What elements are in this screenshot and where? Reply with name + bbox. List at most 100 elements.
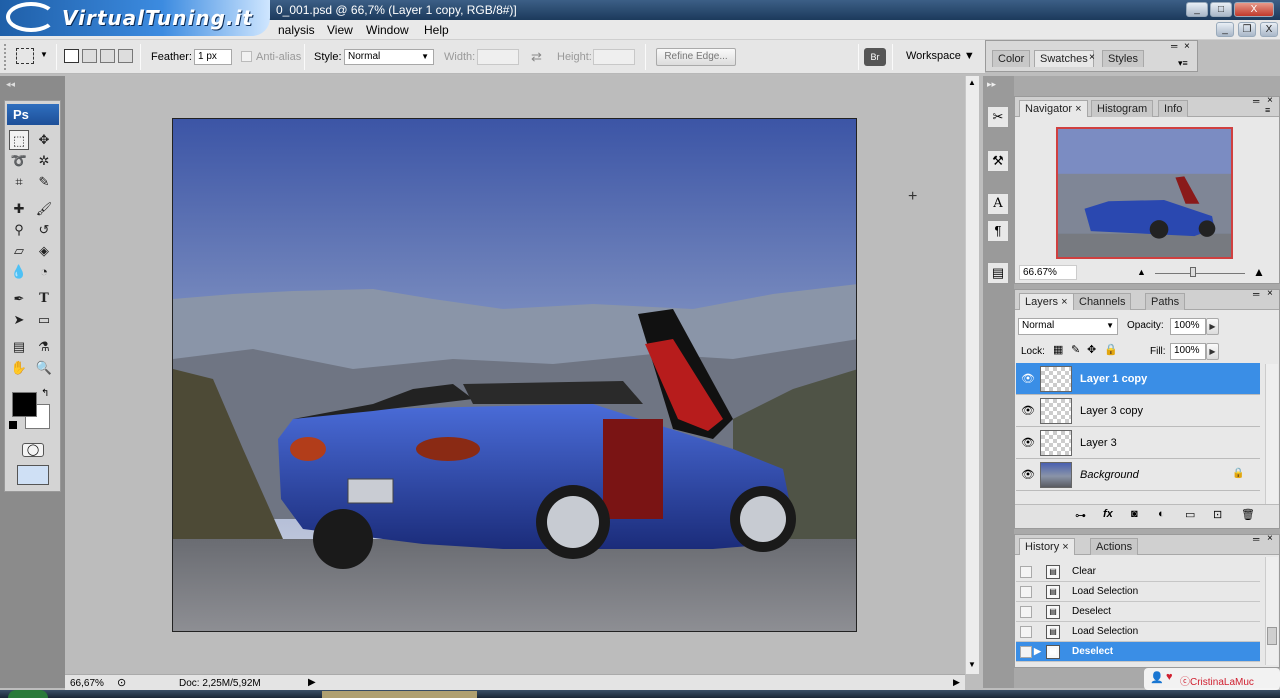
tab-paths[interactable]: Paths — [1145, 293, 1186, 310]
status-icon[interactable]: ⊙ — [117, 676, 126, 689]
lasso-tool-icon[interactable]: ➰ — [9, 151, 29, 171]
tab-channels[interactable]: Channels — [1073, 293, 1132, 310]
move-tool-icon[interactable]: ✥ — [34, 130, 54, 150]
zoom-tool-icon[interactable]: 🔍 — [34, 358, 54, 378]
document-image[interactable] — [172, 118, 857, 632]
close-icon[interactable]: × — [1089, 52, 1095, 63]
history-state-slider-icon[interactable]: ▶ — [1034, 646, 1041, 657]
rectangular-marquee-tool-icon[interactable]: ⬚ — [9, 130, 29, 150]
rectangle-tool-icon[interactable]: ▭ — [34, 310, 54, 330]
minimize-button[interactable]: _ — [1186, 2, 1208, 17]
new-group-icon[interactable]: ▭ — [1185, 508, 1195, 521]
link-layers-icon[interactable]: ⊶ — [1075, 509, 1086, 522]
layer-mask-icon[interactable]: ◙ — [1131, 508, 1138, 520]
fill-input[interactable]: 100% — [1170, 343, 1206, 360]
navigator-thumbnail[interactable] — [1056, 127, 1233, 259]
doc-restore-button[interactable]: ❐ — [1238, 22, 1256, 37]
lock-transparency-icon[interactable]: ▦ — [1053, 343, 1063, 356]
intersect-selection-icon[interactable] — [118, 49, 133, 63]
history-item[interactable]: ▤ Load Selection — [1016, 582, 1260, 602]
tool-presets-icon[interactable]: ✂ — [987, 106, 1009, 128]
blend-mode-select[interactable]: Normal ▼ — [1018, 318, 1118, 335]
lock-all-icon[interactable]: 🔒 — [1104, 343, 1118, 356]
menu-window[interactable]: Window — [366, 23, 409, 37]
tab-histogram[interactable]: Histogram — [1091, 100, 1154, 117]
fill-arrow-icon[interactable]: ▶ — [1206, 343, 1219, 360]
path-selection-tool-icon[interactable]: ➤ — [9, 310, 29, 330]
tab-actions[interactable]: Actions — [1090, 538, 1139, 555]
tab-layers[interactable]: Layers × — [1019, 293, 1074, 310]
doc-close-button[interactable]: X — [1260, 22, 1278, 37]
status-menu-arrow-icon[interactable]: ▶ — [308, 677, 316, 688]
lock-paint-icon[interactable]: ✎ — [1071, 343, 1080, 356]
new-layer-icon[interactable]: ⊡ — [1213, 508, 1222, 521]
minimize-panel-icon[interactable]: ═ — [1253, 534, 1259, 544]
refine-edge-button[interactable]: Refine Edge... — [656, 48, 736, 66]
taskbar-item[interactable] — [322, 691, 477, 698]
type-tool-icon[interactable]: T — [34, 289, 54, 309]
dodge-tool-icon[interactable]: ◔ — [34, 262, 54, 282]
layer-comps-icon[interactable]: ▤ — [987, 262, 1009, 284]
crop-tool-icon[interactable]: ⌗ — [9, 172, 29, 192]
tab-styles[interactable]: Styles — [1102, 50, 1144, 67]
panel-menu-icon[interactable]: ≡ — [1265, 105, 1270, 115]
brushes-icon[interactable]: ⚒ — [987, 150, 1009, 172]
layer-row[interactable]: 👁 Background 🔒 — [1016, 459, 1260, 491]
layer-row[interactable]: 👁 Layer 3 — [1016, 427, 1260, 459]
healing-brush-tool-icon[interactable]: ✚ — [9, 199, 29, 219]
new-selection-icon[interactable] — [64, 49, 79, 63]
menu-help[interactable]: Help — [424, 23, 449, 37]
marquee-tool-icon[interactable] — [16, 48, 34, 64]
scroll-up-icon[interactable]: ▲ — [968, 78, 976, 87]
panel-menu-icon[interactable]: ▾≡ — [1178, 58, 1188, 69]
quick-mask-icon[interactable]: ◯ — [22, 443, 44, 457]
workspace-button[interactable]: Workspace ▼ — [906, 50, 975, 62]
history-snapshot-checkbox[interactable] — [1020, 606, 1032, 618]
visibility-eye-icon[interactable]: 👁 — [1021, 404, 1035, 417]
default-colors-icon[interactable] — [9, 421, 17, 429]
pen-tool-icon[interactable]: ✒ — [9, 289, 29, 309]
visibility-eye-icon[interactable]: 👁 — [1021, 372, 1035, 385]
swap-icon[interactable]: ⇄ — [531, 49, 542, 65]
navigator-zoom-input[interactable]: 66.67% — [1019, 265, 1077, 280]
history-snapshot-checkbox[interactable] — [1020, 566, 1032, 578]
history-item[interactable]: ▶ ▤ Deselect — [1016, 642, 1260, 662]
history-scrollbar[interactable] — [1265, 557, 1278, 665]
add-selection-icon[interactable] — [82, 49, 97, 63]
style-select[interactable]: Normal ▼ — [344, 49, 434, 65]
doc-minimize-button[interactable]: _ — [1216, 22, 1234, 37]
notes-tool-icon[interactable]: ▤ — [9, 337, 29, 357]
scroll-down-icon[interactable]: ▼ — [968, 660, 976, 669]
brush-tool-icon[interactable]: 🖌 — [34, 199, 54, 219]
history-scroll-thumb[interactable] — [1267, 627, 1277, 645]
paragraph-icon[interactable]: ¶ — [987, 220, 1009, 242]
opacity-arrow-icon[interactable]: ▶ — [1206, 318, 1219, 335]
close-panel-icon[interactable]: × — [1267, 533, 1273, 544]
minimize-panel-icon[interactable]: ═ — [1171, 41, 1177, 51]
screen-mode-icon[interactable] — [17, 465, 49, 485]
history-snapshot-checkbox[interactable] — [1020, 646, 1032, 658]
visibility-eye-icon[interactable]: 👁 — [1021, 436, 1035, 449]
eraser-tool-icon[interactable]: ▱ — [9, 241, 29, 261]
bridge-icon[interactable]: Br — [864, 48, 886, 66]
minimize-panel-icon[interactable]: ═ — [1253, 96, 1259, 106]
tab-history[interactable]: History × — [1019, 538, 1075, 555]
menu-analysis[interactable]: nalysis — [278, 23, 315, 37]
width-input[interactable] — [477, 49, 519, 65]
tab-color[interactable]: Color — [992, 50, 1031, 67]
antialias-checkbox[interactable] — [241, 51, 252, 62]
vertical-scrollbar[interactable]: ▲ ▼ — [965, 76, 979, 674]
magic-wand-tool-icon[interactable]: ✲ — [34, 151, 54, 171]
layer-row[interactable]: 👁 Layer 1 copy — [1016, 363, 1260, 395]
history-snapshot-checkbox[interactable] — [1020, 586, 1032, 598]
paint-bucket-tool-icon[interactable]: ◈ — [34, 241, 54, 261]
character-icon[interactable]: A — [987, 193, 1009, 215]
scroll-right-icon[interactable]: ▶ — [953, 677, 960, 688]
tab-info[interactable]: Info — [1158, 100, 1189, 117]
lock-position-icon[interactable]: ✥ — [1087, 343, 1096, 356]
zoom-out-icon[interactable]: ▲ — [1137, 267, 1146, 277]
clone-stamp-tool-icon[interactable]: ⚲ — [9, 220, 29, 240]
opacity-input[interactable]: 100% — [1170, 318, 1206, 335]
subtract-selection-icon[interactable] — [100, 49, 115, 63]
minimize-panel-icon[interactable]: ═ — [1253, 289, 1259, 299]
